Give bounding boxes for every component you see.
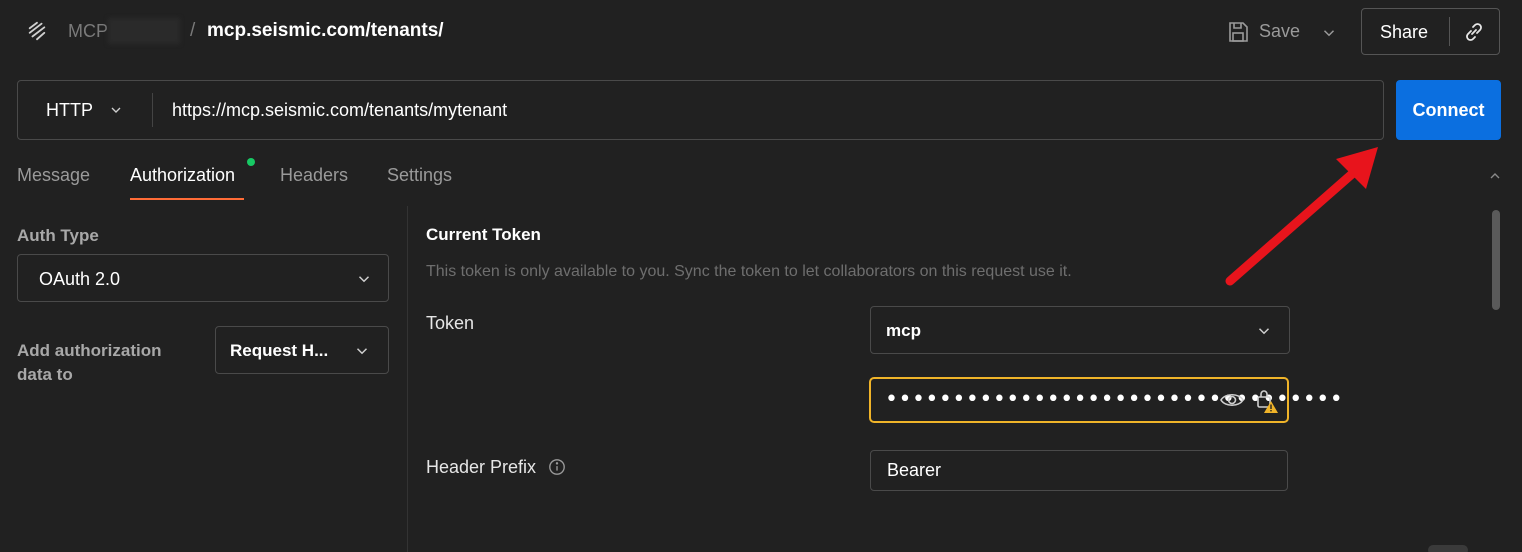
chevron-down-icon[interactable]	[1320, 24, 1338, 42]
status-dot	[247, 158, 255, 166]
lock-warning-icon[interactable]	[1255, 388, 1279, 414]
top-bar: MCP / mcp.seismic.com/tenants/ Save Shar…	[0, 0, 1522, 64]
tab-authorization[interactable]: Authorization	[130, 165, 235, 186]
tab-message[interactable]: Message	[17, 165, 90, 186]
request-title[interactable]: mcp.seismic.com/tenants/	[207, 20, 444, 42]
request-bar: HTTP	[17, 80, 1384, 140]
breadcrumb-separator: /	[190, 20, 196, 41]
current-token-title: Current Token	[426, 225, 541, 244]
share-button-group: Share	[1361, 8, 1500, 55]
chevron-up-icon[interactable]	[1486, 168, 1504, 184]
redacted-region	[108, 18, 180, 44]
active-tab-indicator	[130, 198, 244, 200]
breadcrumb-collection[interactable]: MCP	[68, 21, 108, 42]
auth-type-value: OAuth 2.0	[39, 269, 121, 289]
toggle-partial[interactable]	[1428, 545, 1468, 552]
eye-icon[interactable]	[1219, 389, 1245, 411]
chevron-down-icon	[356, 348, 368, 355]
scrollbar[interactable]	[1492, 210, 1500, 310]
add-auth-data-select[interactable]: Request H...	[215, 326, 389, 374]
url-input[interactable]	[172, 95, 1352, 125]
divider	[1449, 17, 1450, 46]
auth-type-select[interactable]: OAuth 2.0	[17, 254, 389, 302]
add-auth-data-value: Request H...	[230, 341, 329, 360]
add-auth-data-label: Add authorization data to	[17, 341, 162, 384]
connect-button[interactable]: Connect	[1396, 80, 1501, 140]
tab-settings[interactable]: Settings	[387, 165, 452, 186]
current-token-description: This token is only available to you. Syn…	[426, 263, 1072, 280]
token-select-value: mcp	[886, 321, 921, 340]
link-icon[interactable]	[1462, 20, 1486, 44]
token-value-field[interactable]: ••••••••••••••••••••••••••••••••••	[869, 377, 1343, 423]
save-icon[interactable]	[1226, 20, 1250, 44]
header-prefix-label: Header Prefix	[426, 457, 537, 477]
info-icon[interactable]	[548, 458, 566, 476]
tab-headers[interactable]: Headers	[280, 165, 348, 186]
header-prefix-input[interactable]	[870, 450, 1288, 491]
save-button[interactable]: Save	[1259, 21, 1300, 42]
token-select[interactable]: mcp	[870, 306, 1290, 354]
token-label: Token	[426, 313, 475, 333]
share-button[interactable]: Share	[1380, 22, 1428, 43]
chevron-down-icon[interactable]	[108, 102, 124, 118]
divider	[152, 93, 153, 127]
method-select[interactable]: HTTP	[46, 100, 93, 121]
chevron-down-icon	[358, 276, 370, 283]
logo-icon	[28, 21, 46, 41]
panel-divider[interactable]	[407, 206, 408, 552]
chevron-down-icon	[1258, 328, 1270, 335]
auth-type-label: Auth Type	[17, 226, 99, 245]
annotation-arrow	[1225, 147, 1378, 286]
